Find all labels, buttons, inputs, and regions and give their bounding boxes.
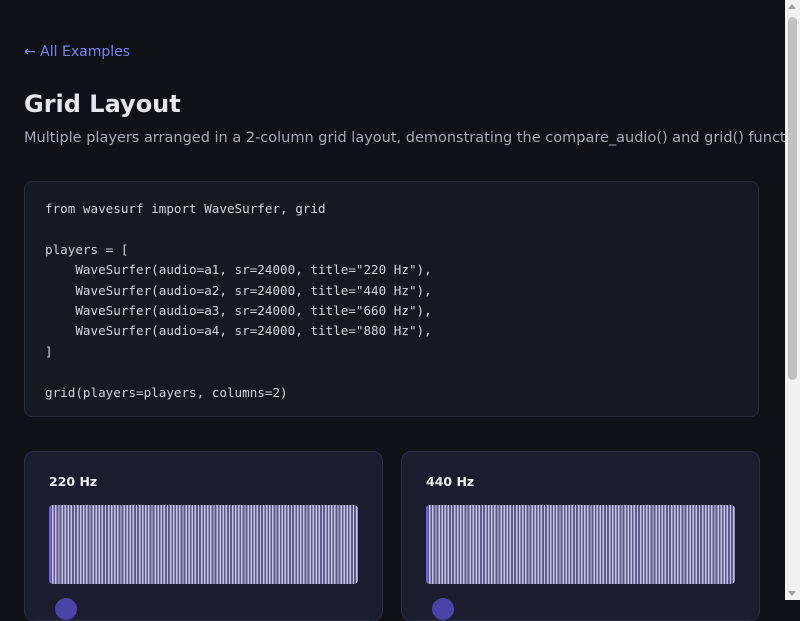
player-title: 220 Hz xyxy=(49,474,98,489)
play-button[interactable] xyxy=(55,598,77,620)
playback-cursor xyxy=(49,505,51,584)
waveform[interactable] xyxy=(426,505,735,584)
player-title: 440 Hz xyxy=(426,474,475,489)
code-block: from wavesurf import WaveSurfer, grid pl… xyxy=(24,181,759,417)
code-text: from wavesurf import WaveSurfer, grid pl… xyxy=(45,201,432,400)
scroll-down-arrow-icon[interactable] xyxy=(788,591,796,596)
page-description: Multiple players arranged in a 2-column … xyxy=(24,130,800,146)
player-card-440hz: 440 Hz xyxy=(401,451,760,621)
scroll-up-arrow-icon[interactable] xyxy=(788,4,796,9)
player-card-220hz: 220 Hz xyxy=(24,451,383,621)
page-title: Grid Layout xyxy=(24,90,181,118)
waveform[interactable] xyxy=(49,505,358,584)
scrollbar-thumb[interactable] xyxy=(788,17,797,380)
vertical-scrollbar[interactable] xyxy=(785,0,800,600)
play-button[interactable] xyxy=(432,598,454,620)
playback-cursor xyxy=(426,505,428,584)
back-to-all-examples-link[interactable]: ← All Examples xyxy=(24,43,130,61)
